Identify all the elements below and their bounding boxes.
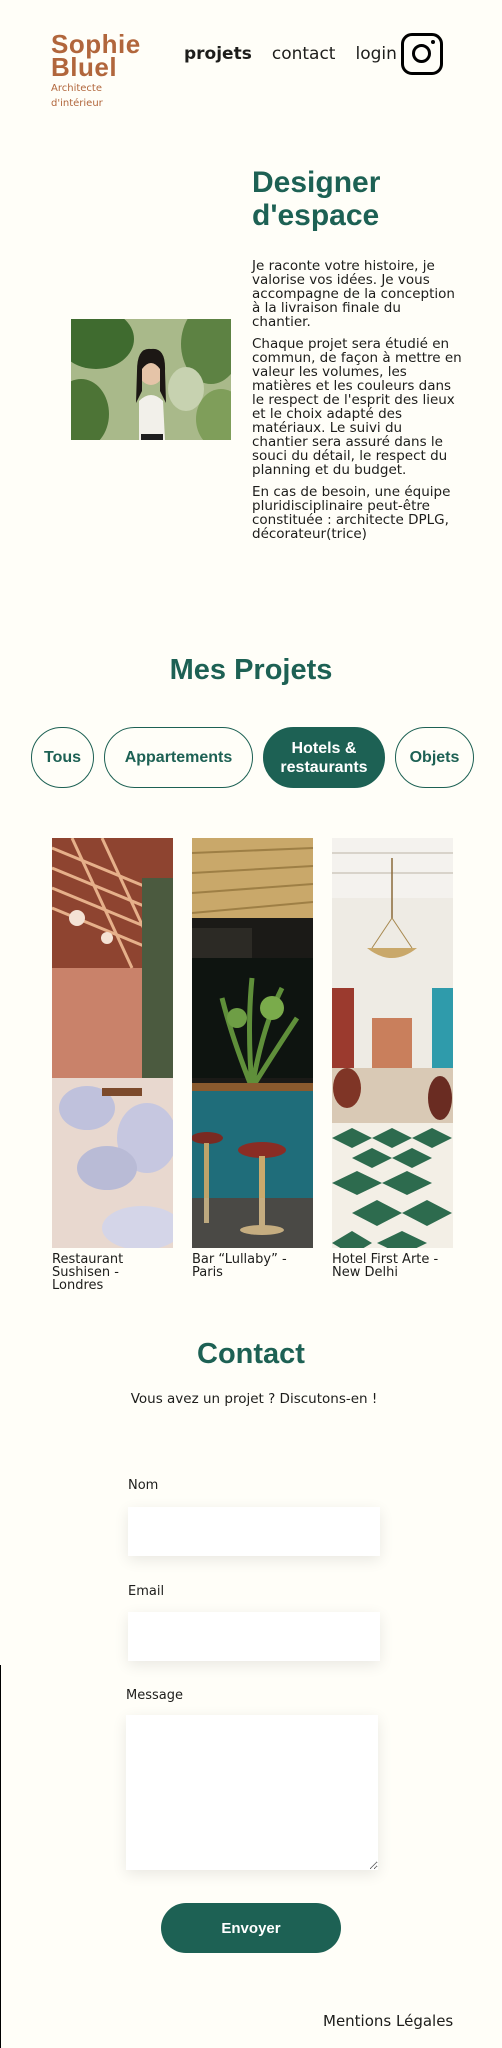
- instagram-icon[interactable]: [401, 33, 443, 75]
- brand-subtitle-line1: Architecte: [51, 83, 102, 94]
- email-field[interactable]: [128, 1612, 380, 1661]
- name-field[interactable]: [128, 1507, 380, 1556]
- message-field[interactable]: [126, 1715, 378, 1870]
- instagram-lens: [412, 44, 431, 63]
- profile-photo-image: [71, 319, 231, 440]
- main-nav: projets contact login: [184, 44, 397, 64]
- intro-title-line1: Designer: [252, 166, 381, 199]
- name-label: Nom: [128, 1478, 159, 1493]
- intro-text: Je raconte votre histoire, je valorise v…: [252, 259, 462, 549]
- contact-subtitle: Vous avez un projet ? Discutons-en !: [130, 1391, 378, 1407]
- nav-link-projets[interactable]: projets: [184, 44, 252, 64]
- intro-paragraph: En cas de besoin, une équipe pluridiscip…: [252, 484, 451, 542]
- intro-title-line2: d'espace: [252, 199, 380, 232]
- intro-paragraph: Chaque projet sera étudié en commun, de …: [252, 336, 462, 478]
- intro-paragraph: Je raconte votre histoire, je valorise v…: [252, 258, 455, 330]
- project-gallery: Restaurant Sushisen - Londres Bar “Lulla…: [52, 838, 453, 1292]
- project-image: [52, 838, 173, 1248]
- project-image-first-arte: [332, 838, 453, 1248]
- project-caption: Bar “Lullaby” - Paris: [192, 1252, 287, 1280]
- projects-title: Mes Projets: [169, 654, 333, 686]
- project-caption: Restaurant Sushisen - Londres: [52, 1252, 124, 1293]
- profile-photo: [71, 319, 231, 440]
- brand-name-line2: Bluel: [51, 52, 118, 82]
- nav-link-contact[interactable]: contact: [272, 44, 336, 64]
- project-card[interactable]: Bar “Lullaby” - Paris: [192, 838, 313, 1292]
- filter-objets[interactable]: Objets: [395, 727, 474, 788]
- legal-link[interactable]: Mentions Légales: [323, 2012, 453, 2030]
- submit-button[interactable]: Envoyer: [161, 1903, 341, 1953]
- site-header: Sophie Bluel Architecte d'intérieur proj…: [0, 0, 502, 110]
- project-card[interactable]: Restaurant Sushisen - Londres: [52, 838, 173, 1292]
- filter-tous[interactable]: Tous: [31, 727, 94, 788]
- filter-appartements[interactable]: Appartements: [104, 727, 253, 788]
- intro-title: Designer d'espace: [252, 166, 380, 232]
- project-card[interactable]: Hotel First Arte - New Delhi: [332, 838, 453, 1292]
- project-image-lullaby: [192, 838, 313, 1248]
- project-image: [192, 838, 313, 1248]
- contact-title: Contact: [197, 1338, 305, 1370]
- brand-subtitle-line2: d'intérieur: [51, 98, 103, 109]
- project-image: [332, 838, 453, 1248]
- email-label: Email: [128, 1584, 165, 1599]
- instagram-dot: [431, 40, 435, 44]
- project-filters: Tous Appartements Hotels & restaurants O…: [31, 727, 474, 788]
- nav-link-login[interactable]: login: [355, 44, 396, 64]
- page-edge-divider: [0, 1665, 1, 2048]
- project-image-sushisen: [52, 838, 173, 1248]
- project-caption: Hotel First Arte - New Delhi: [332, 1252, 439, 1280]
- brand-logo[interactable]: Sophie Bluel Architecte d'intérieur: [51, 31, 141, 109]
- message-label: Message: [126, 1688, 183, 1703]
- filter-hotels-restaurants[interactable]: Hotels & restaurants: [263, 727, 385, 788]
